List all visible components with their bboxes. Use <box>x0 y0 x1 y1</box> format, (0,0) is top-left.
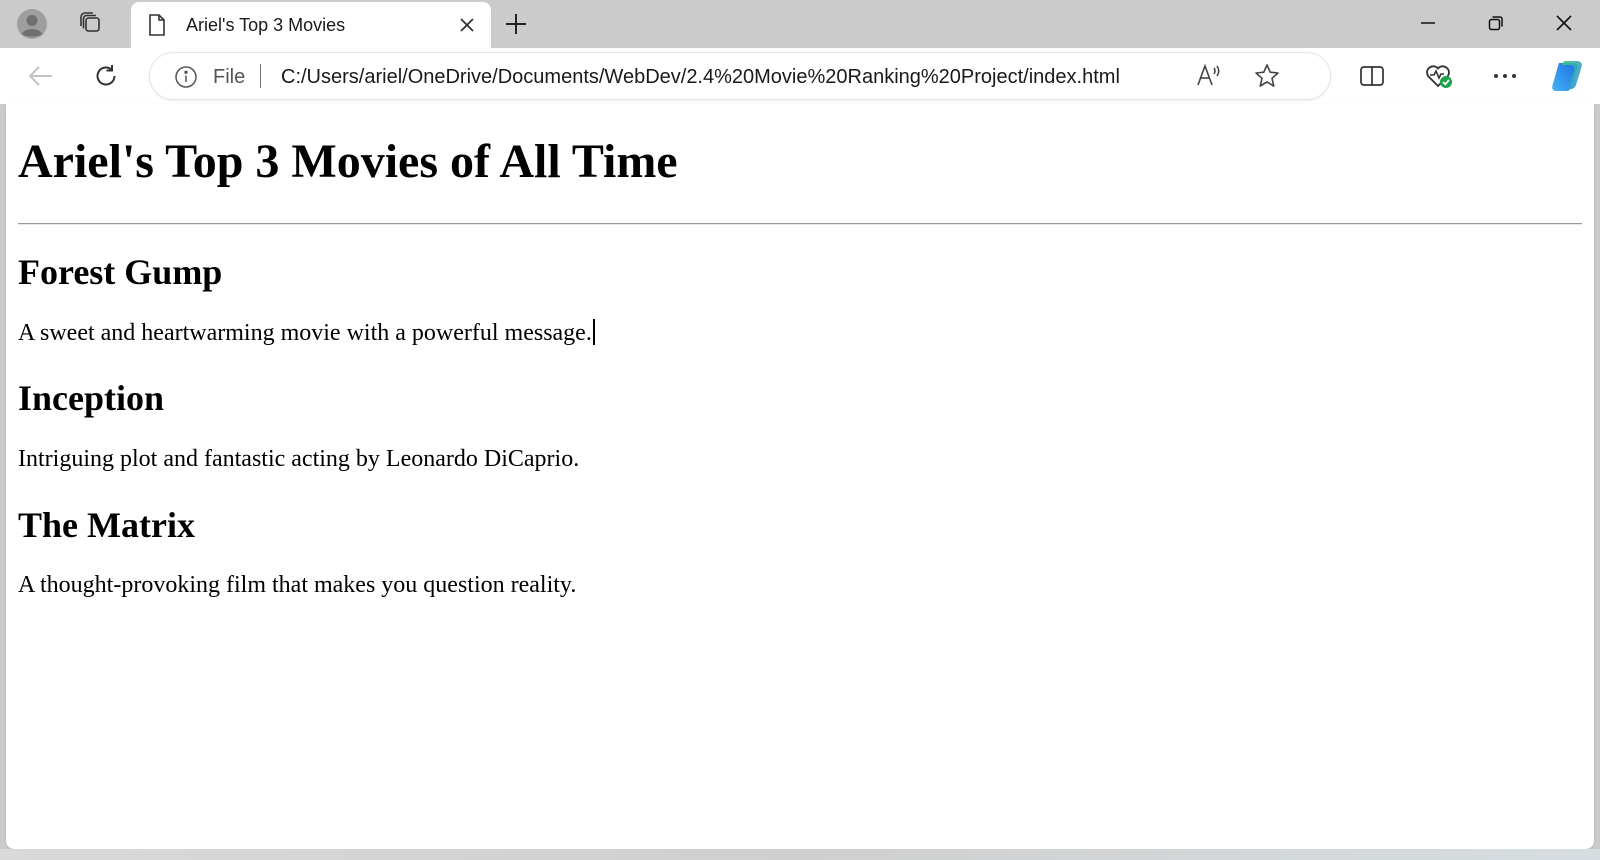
workspaces-icon[interactable] <box>73 6 109 42</box>
movie-title-2: Inception <box>18 378 165 418</box>
new-tab-icon[interactable] <box>498 6 534 42</box>
refresh-icon[interactable] <box>88 58 124 94</box>
more-icon[interactable] <box>1487 58 1523 94</box>
page-icon <box>147 13 167 37</box>
movie-title-3: The Matrix <box>18 505 195 545</box>
url-text[interactable]: C:/Users/ariel/OneDrive/Documents/WebDev… <box>281 66 1120 89</box>
info-icon[interactable] <box>174 65 198 89</box>
split-screen-icon[interactable] <box>1354 58 1390 94</box>
browser-essentials-icon[interactable] <box>1421 58 1457 94</box>
movie-description-3: A thought-provoking film that makes you … <box>18 572 577 598</box>
favorite-star-icon[interactable] <box>1254 63 1280 89</box>
movie-description-1: A sweet and heartwarming movie with a po… <box>18 319 595 347</box>
page-title: Ariel's Top 3 Movies of All Time <box>18 135 678 188</box>
browser-toolbar: File C:/Users/ariel/OneDrive/Documents/W… <box>0 48 1600 104</box>
address-separator <box>260 64 261 88</box>
taskbar-edge <box>0 849 1600 860</box>
copilot-icon[interactable] <box>1549 58 1585 94</box>
tab-title: Ariel's Top 3 Movies <box>186 15 346 35</box>
read-aloud-icon[interactable] <box>1195 63 1223 89</box>
text-caret <box>592 319 595 345</box>
page-viewport: Ariel's Top 3 Movies of All Time Forest … <box>6 104 1594 849</box>
minimize-icon[interactable] <box>1398 0 1458 46</box>
movie-title-1: Forest Gump <box>18 252 223 292</box>
close-icon[interactable] <box>453 11 481 39</box>
profile-icon[interactable] <box>14 6 50 42</box>
address-bar[interactable]: File C:/Users/ariel/OneDrive/Documents/W… <box>150 53 1330 99</box>
horizontal-rule <box>18 223 1582 225</box>
window-close-icon[interactable] <box>1534 0 1594 46</box>
browser-tab[interactable]: Ariel's Top 3 Movies <box>131 2 491 48</box>
scheme-label: File <box>213 66 246 88</box>
back-icon[interactable] <box>23 58 59 94</box>
tab-strip: Ariel's Top 3 Movies <box>0 0 1600 48</box>
movie-description-2: Intriguing plot and fantastic acting by … <box>18 446 580 472</box>
restore-icon[interactable] <box>1466 0 1526 46</box>
